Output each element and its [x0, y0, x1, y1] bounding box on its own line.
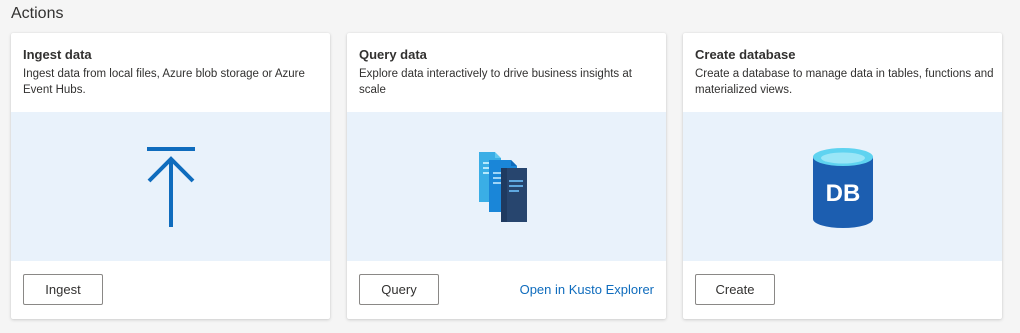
open-in-kusto-explorer-link[interactable]: Open in Kusto Explorer — [520, 282, 654, 297]
create-database-card: Create database Create a database to man… — [683, 33, 1002, 319]
card-title: Create database — [695, 47, 796, 62]
card-illustration — [347, 112, 666, 261]
section-title: Actions — [11, 5, 64, 22]
ingest-button[interactable]: Ingest — [23, 274, 103, 305]
card-description: Ingest data from local files, Azure blob… — [23, 68, 305, 96]
card-description: Explore data interactively to drive busi… — [359, 68, 632, 96]
ingest-data-card: Ingest data Ingest data from local files… — [11, 33, 330, 319]
stacked-documents-icon — [479, 152, 527, 222]
card-title: Ingest data — [23, 47, 92, 62]
card-illustration — [11, 112, 330, 261]
create-button[interactable]: Create — [695, 274, 775, 305]
card-illustration: DB — [683, 112, 1002, 261]
upload-arrow-icon — [147, 147, 195, 227]
card-description: Create a database to manage data in tabl… — [695, 68, 994, 96]
database-icon-label: DB — [826, 180, 861, 207]
query-data-card: Query data Explore data interactively to… — [347, 33, 666, 319]
card-title: Query data — [359, 47, 427, 62]
database-icon: DB — [813, 148, 873, 228]
query-button[interactable]: Query — [359, 274, 439, 305]
